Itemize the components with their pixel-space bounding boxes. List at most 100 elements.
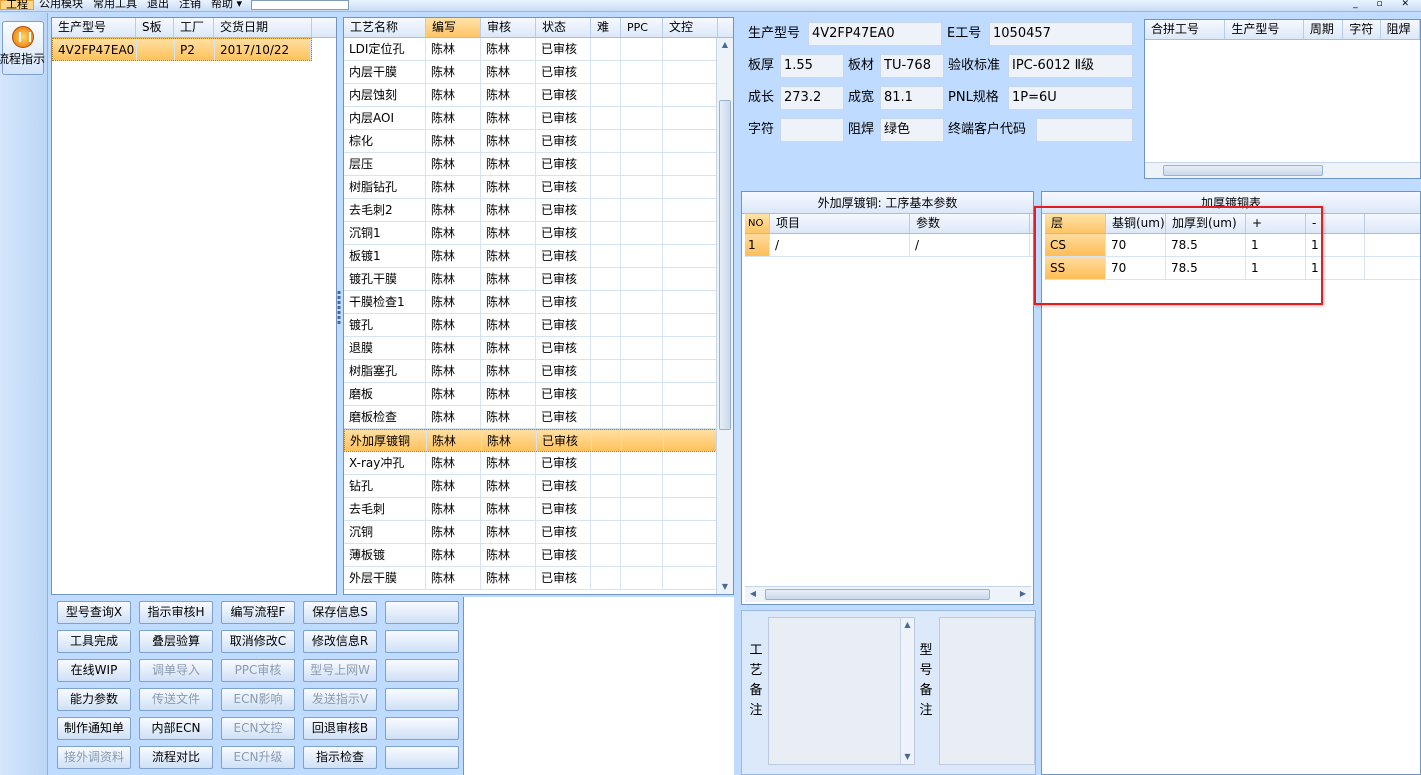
col-delivery-date[interactable]: 交货日期: [214, 18, 312, 37]
table-row[interactable]: 薄板镀 陈林 陈林 已审核: [344, 544, 733, 567]
menu-tools[interactable]: 常用工具: [88, 0, 142, 9]
action-button[interactable]: 取消修改C: [221, 630, 295, 653]
col-merge-char[interactable]: 字符: [1343, 20, 1381, 39]
scroll-left-icon[interactable]: ◀: [745, 587, 761, 601]
table-row[interactable]: 内层蚀刻 陈林 陈林 已审核: [344, 84, 733, 107]
action-button[interactable]: [385, 746, 459, 769]
scroll-thumb[interactable]: [719, 100, 731, 430]
scroll-right-icon[interactable]: ▶: [1015, 587, 1031, 601]
splitter-grip[interactable]: ▪ ▪ ▪ ▪ ▪ ▪ ▪: [337, 290, 341, 340]
merge-hscroll[interactable]: [1145, 162, 1420, 178]
action-button[interactable]: 能力参数: [57, 688, 131, 711]
col-reviewer[interactable]: 审核: [481, 18, 536, 37]
scroll-thumb[interactable]: [1163, 165, 1323, 176]
action-button[interactable]: ECN影响: [221, 688, 295, 711]
window-controls[interactable]: _ ▫ ✕: [1353, 0, 1417, 9]
col-merge-mask[interactable]: 阻焊: [1381, 20, 1420, 39]
material-field[interactable]: TU-768: [880, 54, 944, 78]
action-button[interactable]: [385, 630, 459, 653]
action-button[interactable]: 指示审核H: [139, 601, 213, 624]
table-row[interactable]: 去毛刺 陈林 陈林 已审核: [344, 498, 733, 521]
action-button[interactable]: 修改信息R: [303, 630, 377, 653]
table-row[interactable]: 4V2FP47EA0 P2 2017/10/22: [52, 38, 312, 61]
action-button[interactable]: 指示检查: [303, 746, 377, 769]
action-button[interactable]: [385, 601, 459, 624]
menu-combo-box[interactable]: [251, 0, 350, 10]
menu-common-modules[interactable]: 公用模块: [34, 0, 88, 9]
action-button[interactable]: ECN文控: [221, 717, 295, 740]
col-writer[interactable]: 编写: [426, 18, 481, 37]
table-row[interactable]: 1 / /: [745, 234, 1033, 257]
table-row[interactable]: 层压 陈林 陈林 已审核: [344, 153, 733, 176]
table-row[interactable]: LDI定位孔 陈林 陈林 已审核: [344, 38, 733, 61]
scroll-up-icon[interactable]: ▲: [717, 38, 733, 52]
action-button[interactable]: 型号上网W: [303, 659, 377, 682]
action-button[interactable]: 流程对比: [139, 746, 213, 769]
action-button[interactable]: 回退审核B: [303, 717, 377, 740]
menu-project[interactable]: 工程: [0, 0, 34, 10]
mask-field[interactable]: 绿色: [880, 118, 944, 142]
menu-exit[interactable]: 退出: [142, 0, 174, 9]
table-row[interactable]: 镀孔干膜 陈林 陈林 已审核: [344, 268, 733, 291]
col-merge-no[interactable]: 合拼工号: [1145, 20, 1226, 39]
menu-help[interactable]: 帮助 ▾: [206, 0, 247, 9]
col-difficulty[interactable]: 难: [591, 18, 621, 37]
customer-field[interactable]: [1036, 118, 1133, 142]
action-button[interactable]: PPC审核: [221, 659, 295, 682]
col-factory[interactable]: 工厂: [174, 18, 214, 37]
col-s-board[interactable]: S板: [136, 18, 174, 37]
scroll-up-icon[interactable]: ▲: [901, 618, 914, 632]
action-button[interactable]: 发送指示V: [303, 688, 377, 711]
process-remark-input[interactable]: ▲ ▼: [768, 617, 915, 765]
col-ppc[interactable]: PPC: [621, 18, 663, 37]
table-row[interactable]: 内层干膜 陈林 陈林 已审核: [344, 61, 733, 84]
table-row[interactable]: 棕化 陈林 陈林 已审核: [344, 130, 733, 153]
action-button[interactable]: 编写流程F: [221, 601, 295, 624]
col-merge-cycle[interactable]: 周期: [1304, 20, 1344, 39]
table-row[interactable]: 树脂塞孔 陈林 陈林 已审核: [344, 360, 733, 383]
process-vscroll[interactable]: ▲ ▼: [716, 38, 733, 594]
action-button[interactable]: 型号查询X: [57, 601, 131, 624]
table-row[interactable]: 外加厚镀铜 陈林 陈林 已审核: [344, 429, 733, 452]
model-field[interactable]: 4V2FP47EA0: [808, 22, 942, 46]
col-process-name[interactable]: 工艺名称: [344, 18, 426, 37]
table-row[interactable]: 钻孔 陈林 陈林 已审核: [344, 475, 733, 498]
action-button[interactable]: 传送文件: [139, 688, 213, 711]
action-button[interactable]: [385, 717, 459, 740]
action-button[interactable]: 接外调资料: [57, 746, 131, 769]
action-button[interactable]: 工具完成: [57, 630, 131, 653]
width-field[interactable]: 81.1: [880, 86, 944, 110]
table-row[interactable]: 退膜 陈林 陈林 已审核: [344, 337, 733, 360]
col-merge-model[interactable]: 生产型号: [1225, 20, 1304, 39]
col-doc-control[interactable]: 文控: [663, 18, 718, 37]
col-no[interactable]: NO: [745, 214, 770, 233]
table-row[interactable]: 树脂钻孔 陈林 陈林 已审核: [344, 176, 733, 199]
table-row[interactable]: 干膜检查1 陈林 陈林 已审核: [344, 291, 733, 314]
scroll-down-icon[interactable]: ▼: [901, 750, 914, 764]
action-button[interactable]: 在线WIP: [57, 659, 131, 682]
action-button[interactable]: 内部ECN: [139, 717, 213, 740]
table-row[interactable]: X-ray冲孔 陈林 陈林 已审核: [344, 452, 733, 475]
action-button[interactable]: 保存信息S: [303, 601, 377, 624]
menu-logout[interactable]: 注销: [174, 0, 206, 9]
table-row[interactable]: 沉铜 陈林 陈林 已审核: [344, 521, 733, 544]
col-param[interactable]: 参数: [910, 214, 1030, 233]
table-row[interactable]: 镀孔 陈林 陈林 已审核: [344, 314, 733, 337]
standard-field[interactable]: IPC-6012 Ⅱ级: [1008, 54, 1133, 78]
remark-vscroll[interactable]: ▲ ▼: [900, 618, 914, 764]
col-model[interactable]: 生产型号: [52, 18, 136, 37]
char-field[interactable]: [780, 118, 844, 142]
col-status[interactable]: 状态: [536, 18, 591, 37]
table-row[interactable]: 去毛刺2 陈林 陈林 已审核: [344, 199, 733, 222]
action-button[interactable]: ECN升级: [221, 746, 295, 769]
table-row[interactable]: 沉铜1 陈林 陈林 已审核: [344, 222, 733, 245]
action-button[interactable]: 制作通知单: [57, 717, 131, 740]
col-item[interactable]: 项目: [770, 214, 910, 233]
table-row[interactable]: 板镀1 陈林 陈林 已审核: [344, 245, 733, 268]
pnl-field[interactable]: 1P=6U: [1008, 86, 1133, 110]
table-row[interactable]: 外层干膜 陈林 陈林 已审核: [344, 567, 733, 590]
table-row[interactable]: 磨板检查 陈林 陈林 已审核: [344, 406, 733, 429]
scroll-thumb[interactable]: [765, 589, 990, 600]
thickness-field[interactable]: 1.55: [780, 54, 844, 78]
table-row[interactable]: 磨板 陈林 陈林 已审核: [344, 383, 733, 406]
